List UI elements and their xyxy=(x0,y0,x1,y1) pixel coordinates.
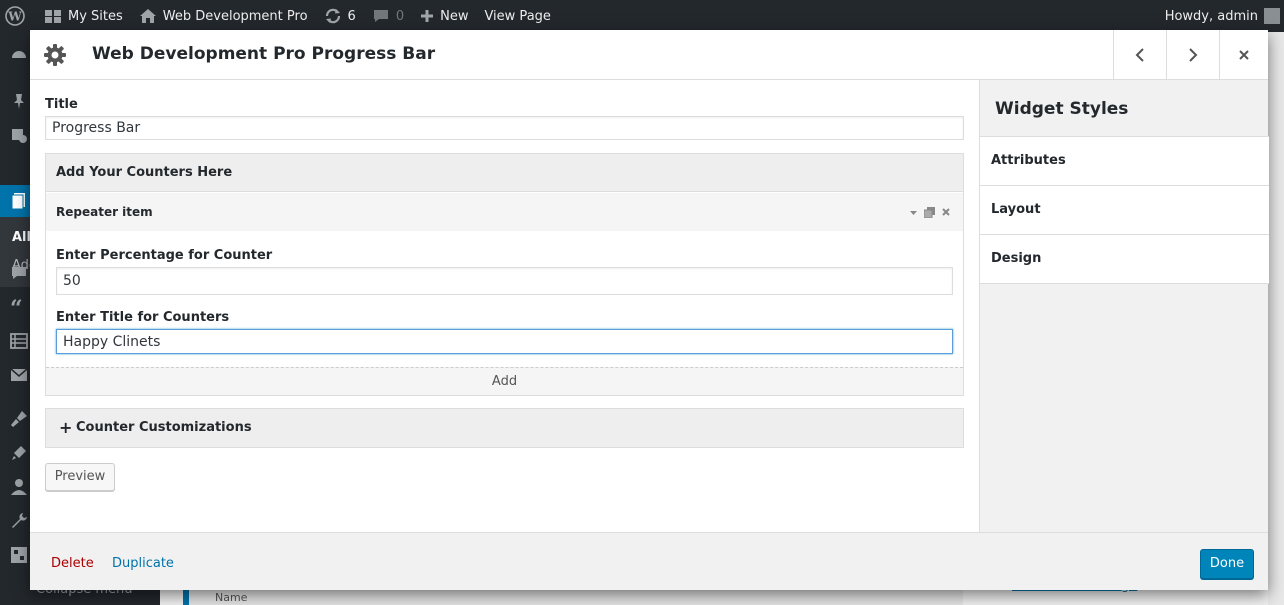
repeater-heading: Add Your Counters Here xyxy=(46,154,963,192)
previous-widget-button[interactable] xyxy=(1113,30,1166,80)
percentage-input[interactable] xyxy=(56,267,953,295)
delete-link[interactable]: Delete xyxy=(51,556,94,571)
my-sites-label: My Sites xyxy=(68,8,123,24)
duplicate-link[interactable]: Duplicate xyxy=(112,556,174,571)
pin-icon[interactable] xyxy=(10,92,28,110)
title-label: Title xyxy=(45,97,78,112)
counter-title-label: Enter Title for Counters xyxy=(56,310,230,325)
widget-edit-dialog: Web Development Pro Progress Bar Title A… xyxy=(30,30,1269,590)
appearance-icon[interactable] xyxy=(10,410,28,428)
avatar xyxy=(1264,8,1280,24)
caret-down-icon[interactable] xyxy=(909,208,918,217)
new-label: New xyxy=(440,8,469,24)
howdy-label: Howdy, admin xyxy=(1164,8,1258,24)
list-icon[interactable] xyxy=(10,332,28,350)
next-widget-button[interactable] xyxy=(1166,30,1219,80)
admin-bar: W My Sites Web Development Pro 6 0 New V… xyxy=(0,0,1284,32)
repeater-item-header[interactable]: Repeater item xyxy=(46,193,963,231)
close-dialog-button[interactable] xyxy=(1219,30,1268,80)
percentage-label: Enter Percentage for Counter xyxy=(56,248,273,263)
chevron-right-icon xyxy=(1189,48,1198,62)
my-sites-icon xyxy=(45,10,61,23)
add-counter-button[interactable]: Add xyxy=(46,367,963,395)
comments-menu[interactable]: 0 xyxy=(364,0,412,32)
repeater-item-actions xyxy=(909,193,951,231)
tools-icon[interactable] xyxy=(10,512,28,530)
preview-button[interactable]: Preview xyxy=(45,463,115,491)
submenu-all-pages[interactable]: All xyxy=(12,230,31,245)
dialog-header: Web Development Pro Progress Bar xyxy=(30,30,1268,80)
updates-menu[interactable]: 6 xyxy=(316,0,364,32)
plugins-icon[interactable] xyxy=(10,444,28,462)
new-content-menu[interactable]: New xyxy=(412,0,476,32)
done-button[interactable]: Done xyxy=(1200,549,1254,579)
dialog-title: Web Development Pro Progress Bar xyxy=(92,44,436,64)
wordpress-logo-icon[interactable]: W xyxy=(0,0,36,32)
settings-icon[interactable] xyxy=(10,546,28,564)
updates-count: 6 xyxy=(347,8,356,24)
plus-icon: + xyxy=(59,418,73,437)
comments-count: 0 xyxy=(395,8,405,24)
view-page-label: View Page xyxy=(484,8,551,24)
view-page-link[interactable]: View Page xyxy=(476,0,558,32)
updates-icon xyxy=(325,8,340,24)
envelope-icon[interactable] xyxy=(10,366,28,384)
dialog-footer: Delete Duplicate Done xyxy=(30,532,1268,590)
counter-title-input[interactable] xyxy=(56,329,953,354)
svg-text:“: “ xyxy=(10,298,23,316)
widget-styles-title: Widget Styles xyxy=(995,99,1129,119)
comments-menu-icon[interactable] xyxy=(10,264,28,282)
my-account-menu[interactable]: Howdy, admin xyxy=(1157,0,1284,32)
my-sites-menu[interactable]: My Sites xyxy=(36,0,131,32)
page-column-name: Name xyxy=(183,590,963,605)
widget-form: Title Add Your Counters Here Repeater it… xyxy=(30,80,979,532)
title-input[interactable] xyxy=(45,116,964,140)
close-icon xyxy=(1239,50,1249,60)
site-name-label: Web Development Pro xyxy=(162,8,308,24)
gear-icon xyxy=(44,44,66,66)
copy-icon[interactable] xyxy=(924,206,935,218)
counter-customizations-label: Counter Customizations xyxy=(76,420,252,435)
users-icon[interactable] xyxy=(10,478,28,496)
widget-styles-panel: Widget Styles Attributes Layout Design xyxy=(979,80,1269,532)
pages-icon xyxy=(11,193,25,210)
chevron-left-icon xyxy=(1135,48,1144,62)
site-name-menu[interactable]: Web Development Pro xyxy=(131,0,316,32)
comments-icon xyxy=(373,10,388,22)
quote-icon[interactable]: “ xyxy=(10,298,28,316)
repeater-item-label: Repeater item xyxy=(56,205,153,219)
styles-attributes-section[interactable]: Attributes xyxy=(980,136,1269,185)
counters-repeater: Add Your Counters Here Repeater item Ent… xyxy=(45,153,964,396)
home-icon xyxy=(139,9,156,23)
counter-customizations-section[interactable]: + Counter Customizations xyxy=(45,408,964,448)
styles-design-section[interactable]: Design xyxy=(980,234,1269,284)
styles-layout-section[interactable]: Layout xyxy=(980,185,1269,234)
media-icon[interactable] xyxy=(10,126,28,144)
remove-icon[interactable] xyxy=(941,207,951,217)
background-panel xyxy=(1268,32,1284,605)
dashboard-icon[interactable] xyxy=(10,45,28,63)
svg-text:W: W xyxy=(7,10,22,24)
plus-icon xyxy=(421,10,434,22)
